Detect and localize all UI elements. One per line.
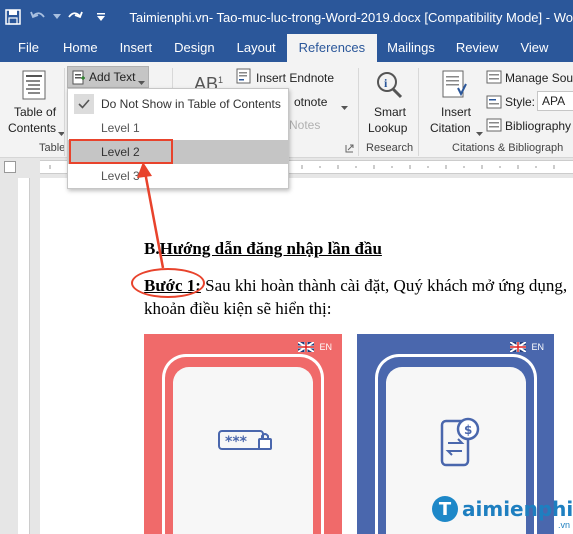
tab-file[interactable]: File (0, 34, 57, 62)
language-code: EN (531, 342, 544, 352)
step-text: Sau khi hoàn thành cài đặt, Quý khách mở… (200, 276, 568, 295)
add-text-icon (72, 70, 86, 88)
tab-mailings[interactable]: Mailings (377, 34, 445, 62)
insert-endnote-icon (236, 68, 252, 87)
insert-citation-label-2[interactable]: Citation (430, 121, 471, 135)
tab-view[interactable]: View (509, 34, 559, 62)
svg-text:$: $ (464, 423, 472, 437)
menu-item-do-not-show[interactable]: Do Not Show in Table of Contents (68, 92, 288, 116)
annotation-highlight-box (69, 139, 173, 164)
language-indicator: EN (298, 342, 332, 352)
heading-prefix: B. (144, 239, 160, 258)
uk-flag-icon (298, 342, 315, 352)
step-paragraph-line-1: Bước 1: Sau khi hoàn thành cài đặt, Quý … (144, 276, 567, 296)
show-notes-button[interactable]: Notes (289, 118, 320, 132)
insert-citation-dropdown-icon[interactable] (476, 126, 483, 140)
next-footnote-dropdown-icon[interactable] (341, 100, 348, 114)
heading-text: Hướng dẫn đăng nhập lần đầu (159, 239, 382, 258)
logo-letter: T (432, 496, 458, 522)
window-title: Taimienphi.vn- Tao-muc-luc-trong-Word-20… (129, 9, 573, 25)
style-label: Style: (505, 95, 536, 109)
save-icon[interactable] (0, 0, 25, 34)
style-select[interactable]: APA (537, 91, 573, 111)
tab-insert[interactable]: Insert (109, 34, 164, 62)
footnotes-dialog-launcher-icon[interactable] (345, 142, 354, 156)
menu-item-level-1[interactable]: Level 1 (68, 116, 288, 140)
menu-item-label: Do Not Show in Table of Contents (101, 97, 281, 111)
redo-icon[interactable] (63, 0, 88, 34)
insert-citation-icon[interactable] (442, 70, 468, 103)
phone-screen: *** (173, 367, 313, 534)
menu-item-level-3[interactable]: Level 3 (68, 164, 288, 188)
ribbon-separator (64, 68, 65, 156)
checkmark-icon (74, 94, 94, 114)
step-paragraph-line-2: khoản điều kiện sẽ hiển thị: (144, 299, 332, 318)
ribbon-separator (358, 68, 359, 156)
document-heading: B.Hướng dẫn đăng nhập lần đầu (144, 239, 382, 259)
research-group-label: Research (366, 142, 414, 154)
ribbon-tabs: File Home Insert Design Layout Reference… (0, 34, 573, 62)
table-of-contents-icon[interactable] (22, 70, 46, 103)
smart-lookup-label-2[interactable]: Lookup (368, 121, 407, 135)
add-text-label: Add Text (89, 70, 136, 84)
tab-design[interactable]: Design (163, 34, 225, 62)
undo-icon[interactable] (25, 0, 50, 34)
tab-layout[interactable]: Layout (226, 34, 287, 62)
manage-sources-button[interactable]: Manage Sour (505, 71, 573, 85)
insert-endnote-button[interactable]: Insert Endnote (256, 71, 334, 85)
uk-flag-icon (510, 342, 527, 352)
tab-selector[interactable] (4, 161, 16, 173)
tab-review[interactable]: Review (445, 34, 510, 62)
add-text-button[interactable]: Add Text (67, 66, 149, 88)
style-icon (486, 94, 502, 113)
password-pin-icon: *** (217, 427, 273, 456)
language-code: EN (319, 342, 332, 352)
tab-home[interactable]: Home (57, 34, 109, 62)
toc-group-label: Table (39, 142, 66, 154)
title-bar: Taimienphi.vn- Tao-muc-luc-trong-Word-20… (0, 0, 573, 34)
customize-toolbar-icon[interactable] (88, 0, 113, 34)
add-text-dropdown-icon (138, 75, 145, 89)
app-screenshot-card-red: EN *** (144, 334, 342, 534)
bibliography-icon (486, 117, 502, 136)
smart-lookup-icon[interactable]: i (374, 70, 404, 103)
insert-citation-label-1[interactable]: Insert (441, 105, 471, 119)
manage-sources-icon (486, 69, 502, 88)
language-indicator: EN (510, 342, 544, 352)
annotation-ellipse (131, 268, 205, 298)
ribbon-separator (418, 68, 419, 156)
svg-text:***: *** (225, 434, 248, 450)
taimienphi-logo: T aimienphi (432, 496, 573, 522)
mobile-payment-icon: $ (438, 415, 482, 474)
bibliography-button[interactable]: Bibliography (505, 119, 571, 133)
tab-references[interactable]: References (286, 34, 378, 62)
next-footnote-button[interactable]: otnote (294, 95, 327, 109)
smart-lookup-label-1[interactable]: Smart (374, 105, 406, 119)
undo-dropdown-icon[interactable] (51, 0, 63, 34)
vertical-ruler (18, 178, 30, 534)
menu-item-label: Level 3 (101, 169, 140, 183)
logo-domain: .vn (558, 520, 571, 530)
logo-text: aimienphi (462, 497, 573, 521)
svg-text:i: i (384, 76, 388, 90)
citations-group-label: Citations & Bibliograph (452, 142, 564, 154)
menu-item-label: Level 1 (101, 121, 140, 135)
toc-button-label-1[interactable]: Table of (14, 105, 56, 119)
toc-button-label-2[interactable]: Contents (8, 121, 56, 135)
phone-frame: *** (162, 354, 324, 534)
